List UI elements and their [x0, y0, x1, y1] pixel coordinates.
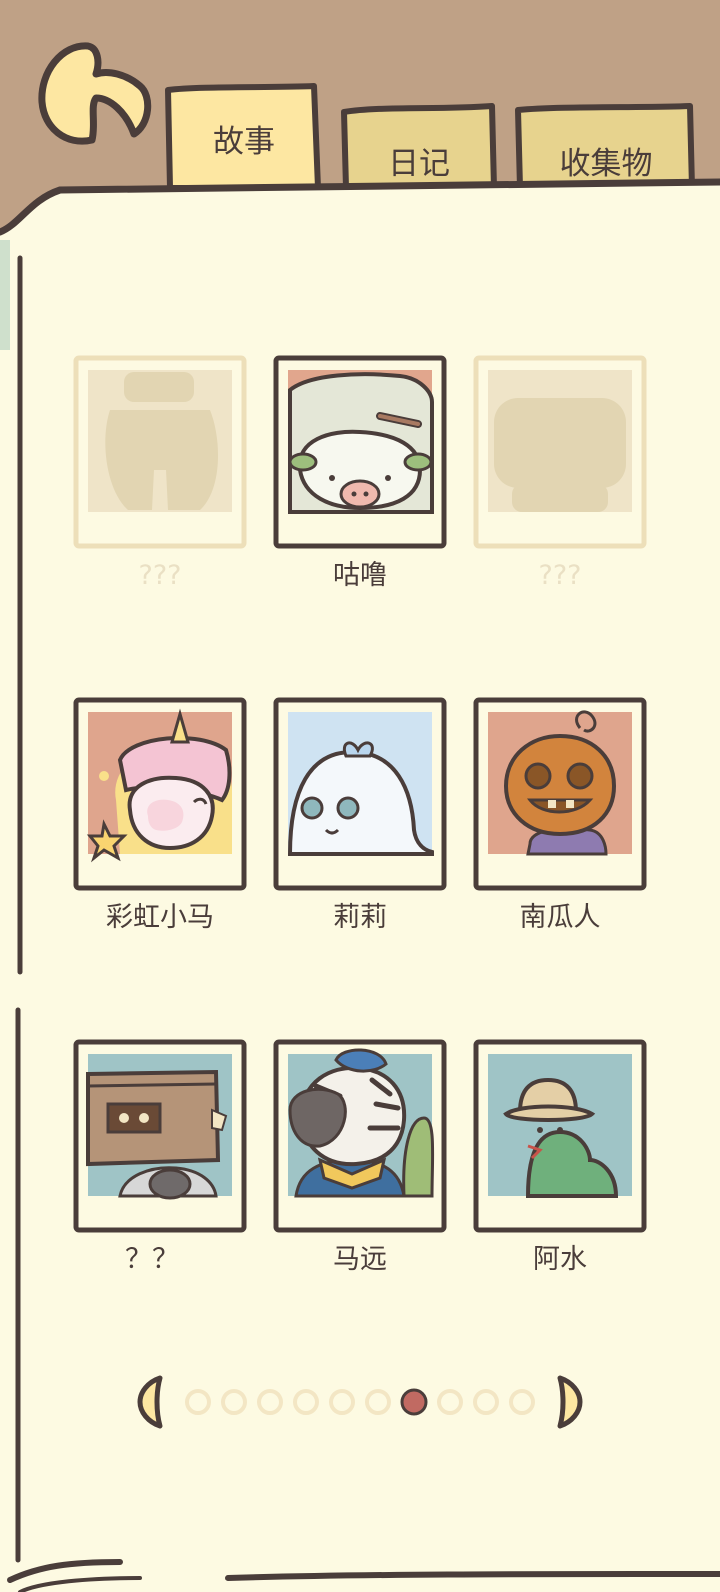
character-card[interactable]: [473, 697, 647, 891]
ghost-portrait: [287, 712, 434, 856]
page-dot-active[interactable]: [400, 1388, 428, 1416]
character-name: ???: [538, 560, 582, 591]
character-card[interactable]: [273, 1039, 447, 1233]
character-name: 马远: [333, 1244, 387, 1275]
character-name: 莉莉: [333, 902, 387, 933]
character-card[interactable]: [73, 697, 247, 891]
character-name: 阿水: [533, 1244, 587, 1275]
silhouette-blob-icon: [494, 398, 626, 512]
character-name: 南瓜人: [519, 902, 601, 933]
character-card[interactable]: [73, 355, 247, 549]
tab-collection-label: 收集物: [559, 146, 653, 182]
box-head-portrait: [86, 1054, 232, 1200]
frog-hat-portrait: [488, 1054, 632, 1198]
character-name: 咕噜: [333, 560, 387, 591]
tab-story-label: 故事: [213, 124, 275, 160]
character-card[interactable]: [273, 355, 447, 549]
character-card[interactable]: [473, 355, 647, 549]
sheep-portrait: [288, 370, 434, 514]
character-name: 彩虹小马: [106, 902, 214, 933]
character-card[interactable]: [273, 697, 447, 891]
zebra-portrait: [288, 1048, 435, 1198]
character-card[interactable]: [473, 1039, 647, 1233]
character-card[interactable]: [73, 1039, 247, 1233]
page-edge-tab: [0, 240, 10, 350]
screen: [0, 0, 720, 1592]
tab-diary-label: 日记: [388, 146, 450, 182]
pumpkin-portrait: [488, 710, 632, 856]
character-name: ？？: [125, 1244, 179, 1275]
character-name: ???: [138, 560, 182, 591]
unicorn-portrait: [86, 708, 232, 863]
